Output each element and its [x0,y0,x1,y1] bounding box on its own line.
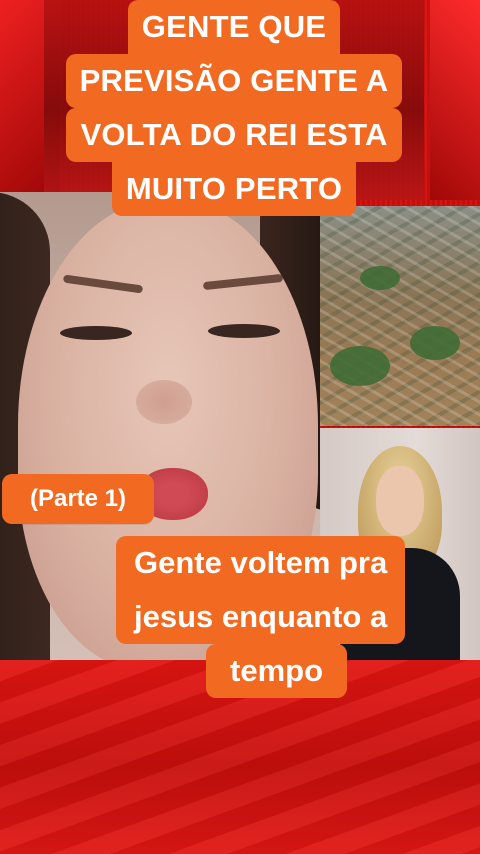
eye-shape [60,326,132,340]
background-top-right [430,0,480,200]
face-shape [376,466,424,536]
nose-shape [136,380,192,424]
flood-aerial-image [320,206,480,426]
headline-line: PREVISÃO GENTE A [65,54,403,108]
tree-cluster [410,326,460,360]
bottom-caption-line: tempo [206,644,347,698]
headline-line: MUITO PERTO [111,162,357,216]
bottom-caption-line: jesus enquanto a [116,590,406,644]
headline-line: VOLTA DO REI ESTA [66,108,402,162]
headline-caption: GENTE QUE PREVISÃO GENTE A VOLTA DO REI … [42,0,426,220]
eyebrow-shape [62,274,144,294]
eyebrow-shape [202,273,284,291]
tree-cluster [360,266,400,290]
part-label: (Parte 1) [2,474,154,524]
tree-cluster [330,346,390,386]
headline-line: GENTE QUE [127,0,341,54]
bottom-caption: Gente voltem pra jesus enquanto a tempo [0,536,480,706]
bottom-caption-line: Gente voltem pra [116,536,406,590]
eye-shape [208,324,280,338]
